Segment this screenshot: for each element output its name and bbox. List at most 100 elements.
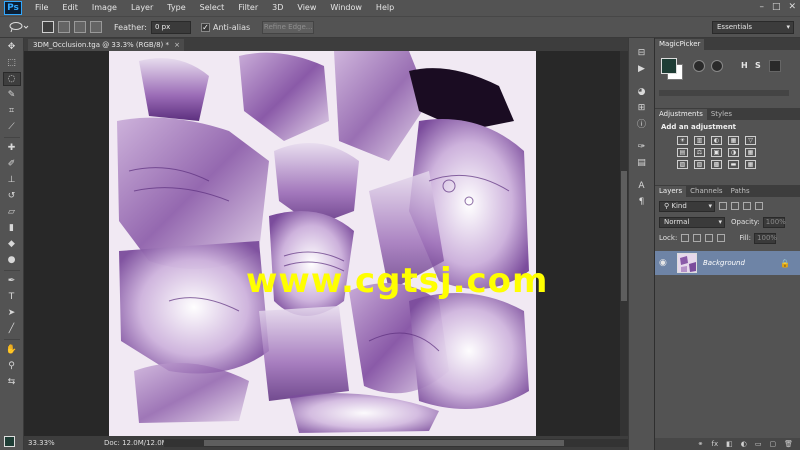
horizontal-scroll-thumb[interactable]	[204, 440, 564, 446]
swap-colors-icon[interactable]: ⇆	[3, 375, 21, 389]
document-tab[interactable]: 3DM_Occlusion.tga @ 33.3% (RGB/8) * ×	[28, 39, 184, 51]
brightness-contrast-icon[interactable]: ☀	[677, 136, 688, 145]
opacity-input[interactable]: 100%	[762, 216, 786, 228]
photo-filter-icon[interactable]: ◑	[728, 148, 739, 157]
saturation-mode-button[interactable]: S	[755, 61, 761, 70]
menu-layer[interactable]: Layer	[124, 0, 160, 16]
blend-mode-select[interactable]: Normal ▾	[659, 216, 725, 228]
refine-edge-button[interactable]: Refine Edge...	[262, 20, 315, 34]
foreground-color-swatch[interactable]	[4, 436, 15, 447]
threshold-icon[interactable]: ▩	[711, 160, 722, 169]
move-tool-icon[interactable]: ✥	[3, 40, 21, 54]
fill-input[interactable]: 100%	[754, 232, 777, 244]
new-adjustment-layer-icon[interactable]: ◐	[741, 440, 747, 448]
color-balance-icon[interactable]: ⚖	[694, 148, 705, 157]
intersect-selection-button[interactable]	[90, 21, 102, 33]
selective-color-icon[interactable]: ▦	[745, 160, 756, 169]
canvas-area[interactable]: www.cgtsj.com	[24, 51, 620, 436]
levels-icon[interactable]: ▥	[694, 136, 705, 145]
crop-tool-icon[interactable]: ⌗	[3, 104, 21, 118]
posterize-icon[interactable]: ▧	[694, 160, 705, 169]
workspace-select[interactable]: Essentials ▾	[712, 21, 794, 34]
document-size[interactable]: Doc: 12.0M/12.0M	[104, 439, 168, 447]
history-brush-tool-icon[interactable]: ↺	[3, 189, 21, 203]
close-tab-icon[interactable]: ×	[174, 39, 180, 51]
feather-input[interactable]: 0 px	[150, 20, 191, 34]
new-group-icon[interactable]: ▭	[755, 440, 762, 448]
black-white-icon[interactable]: ▣	[711, 148, 722, 157]
tab-adjustments[interactable]: Adjustments	[655, 109, 707, 120]
menu-type[interactable]: Type	[160, 0, 192, 16]
menu-help[interactable]: Help	[369, 0, 401, 16]
menu-select[interactable]: Select	[193, 0, 232, 16]
anti-alias-checkbox[interactable]: ✓	[200, 22, 210, 32]
hand-tool-icon[interactable]: ✋	[3, 343, 21, 357]
vertical-scroll-thumb[interactable]	[621, 171, 627, 301]
add-to-selection-button[interactable]	[58, 21, 70, 33]
curves-icon[interactable]: ◐	[711, 136, 722, 145]
eyedropper-tool-icon[interactable]: ⟋	[3, 120, 21, 134]
filter-pixel-icon[interactable]	[719, 202, 727, 210]
magicpicker-slider[interactable]	[659, 90, 789, 96]
tab-styles[interactable]: Styles	[707, 109, 736, 120]
gradient-tool-icon[interactable]: ▮	[3, 221, 21, 235]
menu-edit[interactable]: Edit	[55, 0, 85, 16]
path-selection-tool-icon[interactable]: ➤	[3, 306, 21, 320]
gradient-map-icon[interactable]: ▬	[728, 160, 739, 169]
filter-shape-icon[interactable]	[755, 202, 763, 210]
channel-mixer-icon[interactable]: ▦	[745, 148, 756, 157]
menu-file[interactable]: File	[28, 0, 55, 16]
vertical-scrollbar[interactable]	[620, 51, 628, 436]
minimize-button[interactable]: –	[759, 2, 764, 12]
lock-pixels-icon[interactable]	[693, 234, 702, 242]
character-panel-icon[interactable]: A	[633, 179, 651, 192]
shape-tool-icon[interactable]: ╱	[3, 322, 21, 336]
properties-panel-icon[interactable]: ⊞	[633, 101, 651, 114]
info-panel-icon[interactable]: ⓘ	[633, 117, 651, 130]
hue-mode-button[interactable]: H	[741, 61, 748, 70]
close-window-button[interactable]: ✕	[788, 2, 796, 12]
link-layers-icon[interactable]: ⚭	[698, 440, 704, 448]
healing-brush-tool-icon[interactable]: ✚	[3, 141, 21, 155]
menu-window[interactable]: Window	[323, 0, 369, 16]
color-ring-icon[interactable]	[711, 60, 723, 72]
zoom-tool-icon[interactable]: ⚲	[3, 359, 21, 373]
quick-selection-tool-icon[interactable]: ✎	[3, 88, 21, 102]
pen-tool-icon[interactable]: ✒	[3, 274, 21, 288]
tab-magicpicker[interactable]: MagicPicker	[655, 39, 705, 50]
lock-position-icon[interactable]	[705, 234, 714, 242]
layer-style-icon[interactable]: fx	[712, 440, 719, 448]
new-selection-button[interactable]	[42, 21, 54, 33]
history-panel-icon[interactable]: ⊟	[633, 46, 651, 59]
marquee-tool-icon[interactable]: ⬚	[3, 56, 21, 70]
lasso-tool-icon[interactable]: ◌	[2, 72, 21, 86]
tab-layers[interactable]: Layers	[655, 186, 687, 197]
vibrance-icon[interactable]: ▽	[745, 136, 756, 145]
add-mask-icon[interactable]: ◧	[726, 440, 733, 448]
tab-channels[interactable]: Channels	[686, 186, 726, 197]
menu-image[interactable]: Image	[85, 0, 124, 16]
new-layer-icon[interactable]: ▢	[769, 440, 776, 448]
menu-filter[interactable]: Filter	[231, 0, 265, 16]
exposure-icon[interactable]: ▦	[728, 136, 739, 145]
horizontal-scrollbar[interactable]	[164, 439, 628, 447]
lock-transparent-icon[interactable]	[681, 234, 690, 242]
actions-panel-icon[interactable]: ▶	[633, 62, 651, 75]
maximize-button[interactable]: □	[772, 2, 781, 12]
panel-menu-icon[interactable]	[769, 60, 781, 72]
menu-view[interactable]: View	[290, 0, 323, 16]
image-canvas[interactable]	[109, 51, 536, 436]
brush-panel-icon[interactable]: ✑	[633, 140, 651, 153]
filter-adjustment-icon[interactable]	[731, 202, 739, 210]
blur-tool-icon[interactable]: ◆	[3, 237, 21, 251]
eraser-tool-icon[interactable]: ▱	[3, 205, 21, 219]
paragraph-panel-icon[interactable]: ¶	[633, 195, 651, 208]
tab-paths[interactable]: Paths	[727, 186, 754, 197]
type-tool-icon[interactable]: T	[3, 290, 21, 304]
dodge-tool-icon[interactable]: ●	[3, 253, 21, 267]
brush-presets-icon[interactable]: ▤	[633, 156, 651, 169]
lock-all-icon[interactable]	[717, 234, 726, 242]
color-panel-icon[interactable]: ◕	[633, 85, 651, 98]
color-wheel-icon[interactable]	[693, 60, 705, 72]
layer-kind-filter[interactable]: ⚲ Kind ▾	[659, 200, 715, 212]
